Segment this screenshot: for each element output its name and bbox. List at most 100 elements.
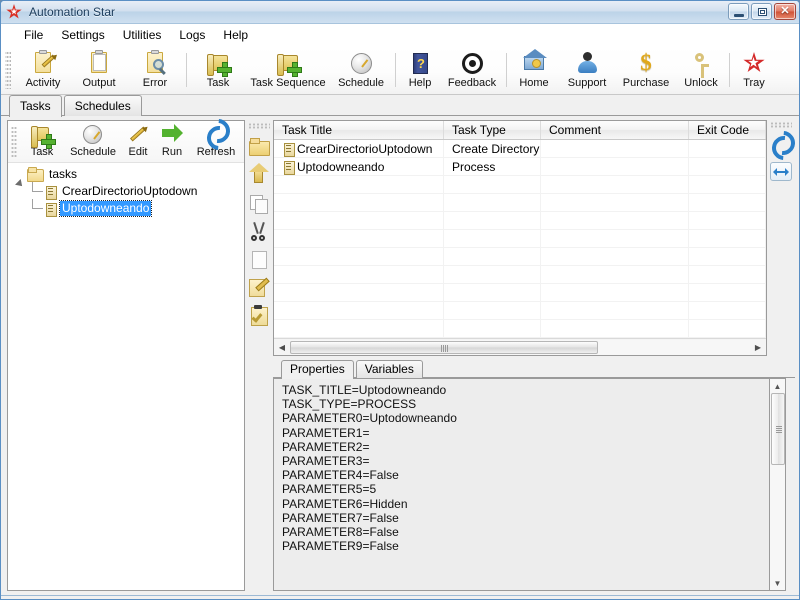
title-bar: Automation Star ✕ — [1, 1, 799, 24]
vscroll-up-arrow-icon[interactable]: ▲ — [771, 379, 785, 393]
toolbar-activity-button[interactable]: Activity — [15, 47, 71, 93]
grid-side-toolbar-grip[interactable] — [770, 122, 792, 128]
toolbar-task-button[interactable]: Task — [190, 47, 246, 93]
toolbar-home-label: Home — [519, 77, 549, 89]
hscroll-right-arrow-icon[interactable]: ▶ — [750, 340, 766, 355]
menu-help[interactable]: Help — [214, 26, 257, 44]
paste-button[interactable] — [246, 245, 272, 272]
maximize-button[interactable] — [751, 3, 772, 20]
toolbar-task-sequence-label: Task Sequence — [250, 77, 326, 89]
tree-refresh-button[interactable]: Refresh — [189, 122, 243, 162]
menu-settings[interactable]: Settings — [52, 26, 113, 44]
properties-textarea[interactable]: TASK_TITLE=Uptodowneando TASK_TYPE=PROCE… — [273, 378, 770, 591]
cell-task-type: Create Directory — [444, 140, 541, 157]
task-grid-hscrollbar[interactable]: ◀ ▶ — [274, 338, 766, 355]
task-document-icon — [44, 185, 57, 200]
tasks-tree[interactable]: tasks CrearDirectorioUptodown Uptodownea… — [8, 163, 244, 590]
table-row-empty — [274, 230, 766, 248]
vscroll-thumb[interactable] — [770, 393, 785, 465]
cell-comment — [541, 158, 689, 175]
up-arrow-icon — [249, 162, 269, 185]
menu-file[interactable]: File — [15, 26, 52, 44]
task-grid-body[interactable]: CrearDirectorioUptodown Create Directory… — [274, 140, 766, 338]
toolbar-tray-button[interactable]: Tray — [733, 47, 775, 93]
side-toolbar-grip[interactable] — [248, 123, 270, 129]
tab-properties[interactable]: Properties — [281, 360, 354, 379]
table-row-empty — [274, 212, 766, 230]
edit-pencil-icon — [249, 277, 269, 297]
tree-run-button[interactable]: Run — [155, 122, 189, 162]
right-content: Task Title Task Type Comment Exit Code C… — [273, 120, 795, 591]
toolbar-feedback-label: Feedback — [447, 77, 497, 89]
tree-schedule-button[interactable]: Schedule — [65, 122, 121, 162]
unlock-key-icon — [688, 50, 714, 78]
column-header-task-title[interactable]: Task Title — [274, 121, 444, 139]
tree-connector — [27, 182, 44, 200]
hscroll-track[interactable] — [290, 339, 750, 355]
help-book-icon — [407, 50, 433, 76]
folder-open-icon — [27, 167, 44, 182]
menu-logs[interactable]: Logs — [170, 26, 214, 44]
window-controls: ✕ — [728, 3, 796, 20]
task-grid: Task Title Task Type Comment Exit Code C… — [273, 120, 767, 356]
content-area: Task Schedule Edit Run Refresh tasks Cre… — [1, 116, 799, 595]
properties-vscrollbar[interactable]: ▲ ▼ — [770, 378, 786, 591]
refresh-grid-button[interactable] — [768, 131, 794, 158]
tree-root-row[interactable]: tasks — [14, 166, 244, 189]
task-document-icon — [44, 202, 57, 217]
toolbar-support-button[interactable]: Support — [558, 47, 616, 93]
output-clipboard-icon — [86, 50, 112, 76]
toolbar-task-label: Task — [206, 77, 230, 89]
refresh-blue-arrows-icon — [205, 124, 227, 146]
task-document-icon — [282, 160, 295, 175]
fit-columns-button[interactable] — [768, 158, 794, 185]
tree-edit-label: Edit — [128, 145, 148, 158]
hscroll-left-arrow-icon[interactable]: ◀ — [274, 340, 290, 355]
table-row-empty — [274, 194, 766, 212]
toolbar-output-button[interactable]: Output — [71, 47, 127, 93]
minimize-button[interactable] — [728, 3, 749, 20]
tab-tasks[interactable]: Tasks — [9, 95, 62, 117]
toolbar-schedule-button[interactable]: Schedule — [330, 47, 392, 93]
close-button[interactable]: ✕ — [774, 3, 796, 20]
cut-button[interactable] — [246, 217, 272, 244]
tab-schedules[interactable]: Schedules — [63, 95, 142, 116]
tree-item-uptodowneando[interactable]: Uptodowneando — [14, 199, 244, 217]
tree-toolbar-grip[interactable] — [11, 125, 17, 158]
toolbar-help-button[interactable]: Help — [399, 47, 441, 93]
tree-item-crear-directorio[interactable]: CrearDirectorioUptodown — [14, 182, 244, 200]
vscroll-down-arrow-icon[interactable]: ▼ — [771, 576, 785, 590]
tree-edit-button[interactable]: Edit — [121, 122, 155, 162]
column-header-comment[interactable]: Comment — [541, 121, 689, 139]
tree-task-button[interactable]: Task — [19, 122, 65, 162]
toolbar-error-button[interactable]: Error — [127, 47, 183, 93]
column-header-task-type[interactable]: Task Type — [444, 121, 541, 139]
table-row-empty — [274, 320, 766, 338]
toolbar-separator — [186, 53, 187, 87]
home-house-icon — [521, 49, 547, 76]
toolbar-unlock-button[interactable]: Unlock — [676, 47, 726, 93]
hscroll-thumb[interactable] — [290, 340, 598, 354]
toolbar-grip[interactable] — [5, 51, 11, 89]
table-row[interactable]: Uptodowneando Process — [274, 158, 766, 176]
tab-variables[interactable]: Variables — [355, 360, 423, 378]
column-header-exit-code[interactable]: Exit Code — [689, 121, 766, 139]
task-grid-wrap: Task Title Task Type Comment Exit Code C… — [273, 120, 795, 356]
toolbar-purchase-button[interactable]: $ Purchase — [616, 47, 676, 93]
apply-button[interactable] — [246, 301, 272, 328]
refresh-blue-arrows-icon — [770, 134, 792, 156]
side-edit-toolbar — [245, 120, 273, 591]
cell-task-title: CrearDirectorioUptodown — [274, 140, 444, 157]
toolbar-schedule-label: Schedule — [338, 77, 384, 89]
toolbar-home-button[interactable]: Home — [510, 47, 558, 93]
move-up-button[interactable] — [246, 161, 272, 188]
new-folder-button[interactable] — [246, 133, 272, 160]
table-row[interactable]: CrearDirectorioUptodown Create Directory — [274, 140, 766, 158]
toolbar-task-sequence-button[interactable]: Task Sequence — [246, 47, 330, 93]
toolbar-feedback-button[interactable]: Feedback — [441, 47, 503, 93]
table-row-empty — [274, 284, 766, 302]
copy-button[interactable] — [246, 189, 272, 216]
menu-utilities[interactable]: Utilities — [114, 26, 171, 44]
edit-button[interactable] — [246, 273, 272, 300]
vscroll-track[interactable] — [770, 393, 785, 576]
